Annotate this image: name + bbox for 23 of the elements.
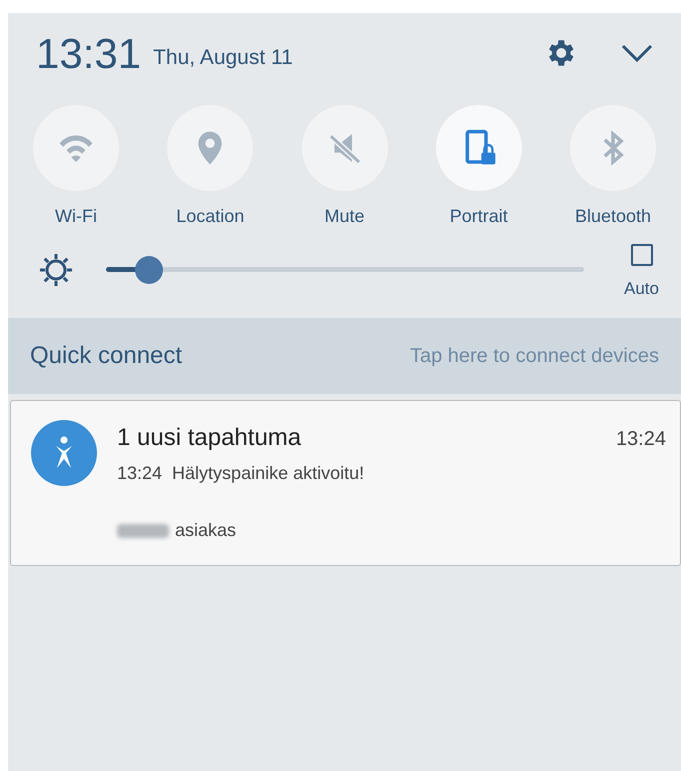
brightness-slider[interactable] bbox=[106, 256, 584, 284]
date-text: Thu, August 11 bbox=[153, 45, 293, 72]
toggle-label: Portrait bbox=[450, 205, 508, 228]
message-time: 13:24 bbox=[117, 462, 162, 485]
quick-connect-title: Quick connect bbox=[30, 341, 182, 371]
chevron-down-icon[interactable] bbox=[621, 44, 653, 62]
toggle-label: Location bbox=[176, 205, 244, 228]
notification-message: Hälytyspainike aktivoitu! bbox=[172, 462, 364, 485]
slider-thumb[interactable] bbox=[135, 256, 164, 284]
quick-connect-hint: Tap here to connect devices bbox=[410, 344, 659, 369]
quick-connect-bar[interactable]: Quick connect Tap here to connect devices bbox=[8, 318, 681, 394]
notification-time: 13:24 bbox=[616, 427, 666, 452]
brightness-icon bbox=[38, 252, 74, 288]
blurred-name bbox=[117, 524, 169, 538]
notification-card[interactable]: 1 uusi tapahtuma 13:24 13:24 Hälytyspainike aktivoitu! asiakas bbox=[10, 400, 681, 566]
toggle-label: Wi-Fi bbox=[55, 205, 97, 228]
toggle-label: Bluetooth bbox=[574, 205, 652, 228]
notification-title: 1 uusi tapahtuma bbox=[117, 423, 302, 453]
toggle-label: Mute bbox=[324, 205, 365, 228]
auto-label: Auto bbox=[624, 278, 659, 300]
notification-footer: asiakas bbox=[175, 517, 236, 544]
auto-checkbox[interactable] bbox=[630, 244, 652, 266]
clock-time: 13:31 bbox=[36, 28, 142, 78]
